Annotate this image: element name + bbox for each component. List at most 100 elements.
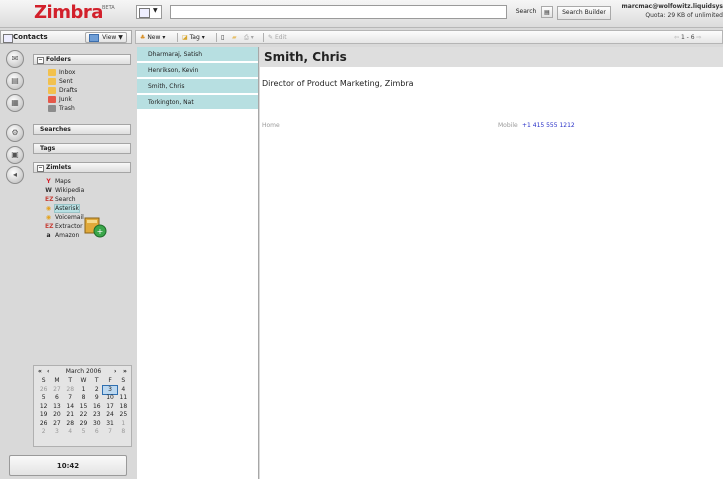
calendar-day[interactable]: 11 (117, 394, 130, 403)
calendar-day[interactable]: 18 (117, 403, 130, 412)
calendar-day[interactable]: 5 (37, 394, 50, 403)
search-button[interactable]: Search (512, 6, 540, 20)
calendar-day[interactable]: 17 (103, 403, 116, 412)
next-month-icon[interactable]: › (114, 368, 116, 376)
tag-label: Tag (189, 34, 200, 41)
calendar-day[interactable]: 28 (64, 420, 77, 429)
calendar-day[interactable]: 7 (64, 394, 77, 403)
print-button[interactable]: ⎙ ▾ (244, 31, 254, 44)
zimlets-header[interactable]: − Zimlets (33, 162, 131, 173)
collapse-icon[interactable]: − (37, 165, 44, 172)
calendar-day[interactable]: 9 (90, 394, 103, 403)
folder-inbox[interactable]: Inbox (48, 68, 75, 77)
zimlet-extractor[interactable]: EZ Extractor (45, 223, 83, 231)
folder-drafts[interactable]: Drafts (48, 86, 77, 95)
calendar-day[interactable]: 6 (90, 428, 103, 437)
options-icon[interactable]: ⚙ (6, 124, 24, 142)
calendar-day[interactable]: 26 (37, 420, 50, 429)
home-label: Home (262, 122, 280, 129)
calendar-day[interactable]: 7 (103, 428, 116, 437)
calendar-day[interactable]: 29 (77, 420, 90, 429)
calendar-day[interactable]: 31 (103, 420, 116, 429)
folder-sent[interactable]: Sent (48, 77, 73, 86)
next-page-icon[interactable]: ⇨ (697, 34, 702, 41)
notebook-icon[interactable]: ▣ (6, 146, 24, 164)
searches-header[interactable]: Searches (33, 124, 131, 135)
search-type-dropdown[interactable]: ▼ (136, 5, 162, 19)
zimlet-amazon[interactable]: a Amazon (45, 232, 79, 240)
tag-button[interactable]: ◪ Tag ▾ (182, 31, 205, 44)
calendar-day[interactable]: 27 (50, 420, 63, 429)
calendar-day[interactable]: 3 (50, 428, 63, 437)
calendar-day-header: S (121, 377, 126, 384)
save-search-icon[interactable]: ▤ (541, 6, 553, 18)
prev-year-icon[interactable]: « (38, 368, 42, 376)
mobile-number-link[interactable]: +1 415 555 1212 (522, 122, 575, 129)
calendar-day[interactable]: 6 (50, 394, 63, 403)
contact-row[interactable]: Henrikson, Kevin (137, 63, 258, 78)
calendar-day[interactable]: 13 (50, 403, 63, 412)
folders-header[interactable]: − Folders (33, 54, 131, 65)
prev-month-icon[interactable]: ‹ (47, 368, 49, 376)
calendar-day[interactable]: 15 (77, 403, 90, 412)
zimbra-logo[interactable]: Zimbra BETA (22, 2, 130, 25)
calendar-day[interactable]: 28 (64, 386, 77, 395)
edit-button[interactable]: ✎ Edit (268, 31, 287, 44)
zimlet-wikipedia[interactable]: W Wikipedia (45, 187, 84, 195)
calendar-day[interactable]: 5 (77, 428, 90, 437)
calendar-day[interactable]: 22 (77, 411, 90, 420)
view-menu-button[interactable]: View ▼ (85, 32, 127, 43)
zimlet-search[interactable]: EZ Search (45, 196, 76, 204)
calendar-day[interactable]: 25 (117, 411, 130, 420)
contact-row[interactable]: Smith, Chris (137, 79, 258, 94)
contacts-icon[interactable]: ▤ (6, 72, 24, 90)
calendar-day[interactable]: 1 (117, 420, 130, 429)
calendar-day[interactable]: 23 (90, 411, 103, 420)
contact-detail: Smith, Chris Director of Product Marketi… (260, 47, 723, 479)
calendar-day[interactable]: 27 (50, 386, 63, 395)
calendar-day[interactable]: 14 (64, 403, 77, 412)
tags-header[interactable]: Tags (33, 143, 131, 154)
calendar-day[interactable]: 4 (64, 428, 77, 437)
calendar-day[interactable]: 24 (103, 411, 116, 420)
drag-contact-icon[interactable]: + (82, 215, 108, 239)
search-input[interactable] (170, 5, 507, 19)
collapse-icon[interactable]: − (37, 57, 44, 64)
calendar-day[interactable]: 4 (117, 386, 130, 395)
search-builder-button[interactable]: Search Builder (557, 6, 611, 20)
calendar-day[interactable]: 2 (37, 428, 50, 437)
zimlet-asterisk[interactable]: ◉ Asterisk (45, 204, 81, 213)
calendar-day[interactable]: 20 (50, 411, 63, 420)
delete-button[interactable]: ▯ (221, 31, 224, 44)
calendar-day[interactable]: 3 (102, 384, 118, 395)
contact-row[interactable]: Torkington, Nat (137, 95, 258, 110)
calendar-day[interactable]: 8 (77, 394, 90, 403)
tasks-icon[interactable]: ◂ (6, 166, 24, 184)
calendar-day[interactable]: 16 (90, 403, 103, 412)
calendar-day[interactable]: 30 (90, 420, 103, 429)
prev-page-icon[interactable]: ⇦ (674, 34, 679, 41)
calendar-day[interactable]: 12 (37, 403, 50, 412)
trash-icon: ▯ (221, 34, 225, 41)
calendar-day-header: F (108, 377, 112, 384)
app-switcher: ✉ ▤ ▦ ⚙ ▣ ◂ (4, 50, 30, 190)
calendar-day[interactable]: 8 (117, 428, 130, 437)
mail-icon[interactable]: ✉ (6, 50, 24, 68)
zimlet-voicemail[interactable]: ◉ Voicemail (45, 214, 84, 222)
calendar-day[interactable]: 10 (103, 394, 116, 403)
folder-junk[interactable]: Junk (48, 95, 72, 104)
calendar-day[interactable]: 26 (37, 386, 50, 395)
folder-trash[interactable]: Trash (48, 104, 75, 113)
zimlet-maps[interactable]: Y Maps (45, 178, 70, 186)
next-year-icon[interactable]: » (123, 368, 127, 376)
drafts-icon (48, 87, 56, 94)
calendar-day[interactable]: 2 (90, 386, 103, 395)
calendar-day[interactable]: 19 (37, 411, 50, 420)
calendar-icon[interactable]: ▦ (6, 94, 24, 112)
contact-row[interactable]: Dharmaraj, Satish (137, 47, 258, 62)
new-button[interactable]: ♣ New ▾ (140, 31, 165, 44)
move-button[interactable]: ▰ (232, 31, 237, 44)
calendar-day[interactable]: 21 (64, 411, 77, 420)
mobile-label: Mobile (498, 122, 518, 129)
calendar-day[interactable]: 1 (77, 386, 90, 395)
